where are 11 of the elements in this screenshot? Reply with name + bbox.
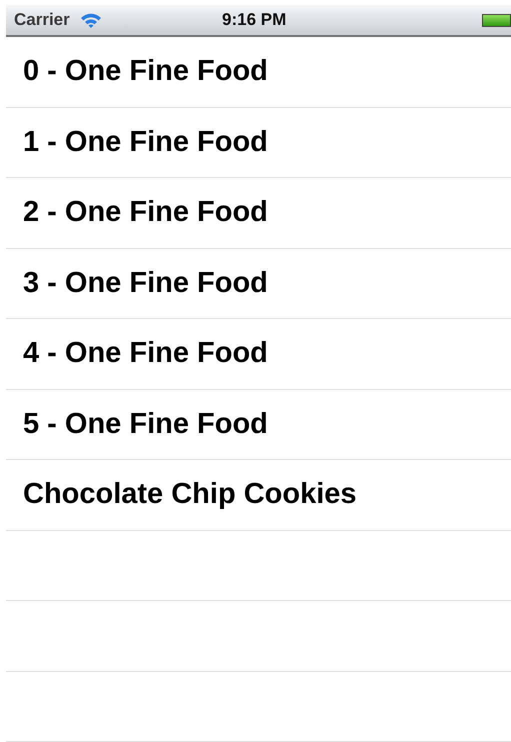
list-item[interactable]: Chocolate Chip Cookies xyxy=(23,473,357,516)
list-item[interactable]: 3 - One Fine Food xyxy=(23,262,268,305)
carrier-label: Carrier xyxy=(14,9,70,32)
list-item[interactable]: 1 - One Fine Food xyxy=(23,120,268,164)
clock-time: 9:16 PM xyxy=(222,9,286,32)
wifi-icon xyxy=(80,12,102,28)
list-item[interactable]: 5 - One Fine Food xyxy=(23,402,268,446)
list-item[interactable]: 0 - One Fine Food xyxy=(23,50,268,94)
battery-icon xyxy=(482,14,511,26)
list-item[interactable]: 4 - One Fine Food xyxy=(23,332,268,376)
list-item[interactable]: 2 - One Fine Food xyxy=(23,191,268,234)
